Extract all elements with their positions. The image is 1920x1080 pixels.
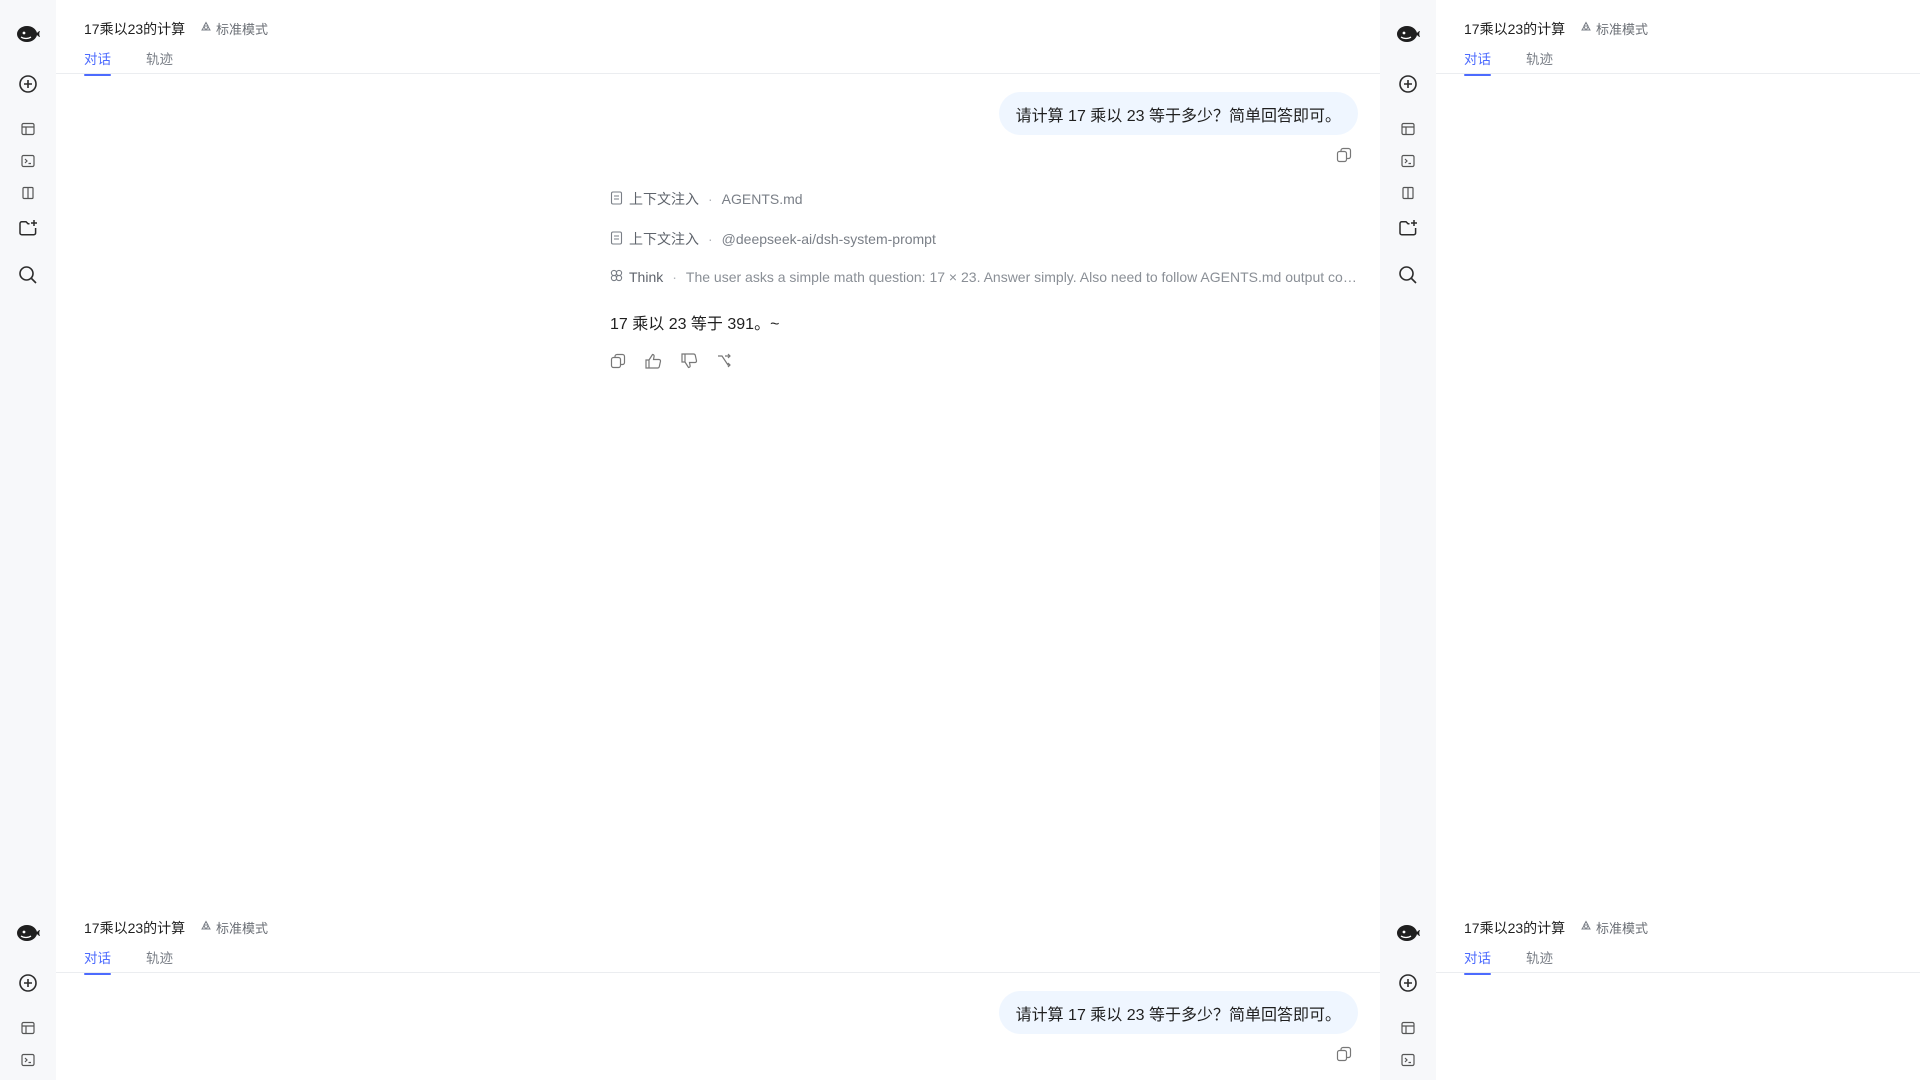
tab-trace[interactable]: 轨迹 bbox=[1526, 48, 1553, 68]
deepseek-whale-icon[interactable] bbox=[1395, 923, 1421, 943]
think-row[interactable]: Think · The user asks a simple math ques… bbox=[610, 269, 1361, 285]
terminal-icon[interactable] bbox=[1401, 1053, 1415, 1067]
new-chat-icon[interactable] bbox=[18, 74, 38, 94]
new-chat-icon[interactable] bbox=[1398, 973, 1418, 993]
main-content: 17乘以23的计算 标准模式 对话 轨迹 请计算 17 乘以 23 等于多少？简… bbox=[56, 0, 1380, 899]
pane-right: 17乘以23的计算 标准模式 对话 轨迹 bbox=[1380, 0, 1920, 899]
user-message-bubble: 请计算 17 乘以 23 等于多少？简单回答即可。 bbox=[998, 991, 1358, 1034]
message-actions bbox=[610, 353, 732, 369]
page-title: 17乘以23的计算 bbox=[1464, 21, 1566, 37]
context-row-agents[interactable]: 上下文注入 · AGENTS.md bbox=[610, 189, 803, 209]
mode-label: 标准模式 bbox=[216, 921, 269, 936]
add-folder-icon[interactable] bbox=[18, 219, 38, 237]
mode-indicator[interactable]: 标准模式 bbox=[200, 19, 268, 38]
page-title: 17乘以23的计算 bbox=[84, 920, 186, 936]
context-value: @deepseek-ai/dsh-system-prompt bbox=[721, 231, 936, 247]
new-chat-icon[interactable] bbox=[1398, 74, 1418, 94]
document-icon bbox=[610, 230, 623, 248]
context-row-system-prompt[interactable]: 上下文注入 · @deepseek-ai/dsh-system-prompt bbox=[610, 229, 936, 249]
panel-icon[interactable] bbox=[21, 122, 35, 136]
page-title: 17乘以23的计算 bbox=[1464, 920, 1566, 936]
mode-label: 标准模式 bbox=[1596, 22, 1649, 37]
main-content: 17乘以23的计算 标准模式 对话 轨迹 bbox=[1436, 0, 1920, 899]
thumbs-up-icon[interactable] bbox=[644, 353, 662, 369]
pane-main: 17乘以23的计算 标准模式 对话 轨迹 请计算 17 乘以 23 等于多少？简… bbox=[0, 0, 1380, 899]
tab-trace[interactable]: 轨迹 bbox=[1526, 947, 1553, 967]
panel-icon[interactable] bbox=[1401, 1021, 1415, 1035]
recycle-icon bbox=[200, 920, 212, 935]
separator-dot: · bbox=[708, 191, 713, 207]
deepseek-whale-icon[interactable] bbox=[15, 24, 41, 44]
recycle-icon bbox=[1580, 21, 1592, 36]
new-chat-icon[interactable] bbox=[18, 973, 38, 993]
main-content: 17乘以23的计算 标准模式 对话 轨迹 bbox=[1436, 899, 1920, 1080]
tab-conversation[interactable]: 对话 bbox=[84, 947, 111, 975]
document-icon bbox=[610, 190, 623, 208]
deepseek-whale-icon[interactable] bbox=[1395, 24, 1421, 44]
chat-header: 17乘以23的计算 标准模式 对话 轨迹 bbox=[1436, 0, 1920, 76]
branch-icon[interactable] bbox=[716, 353, 732, 369]
page-title: 17乘以23的计算 bbox=[84, 21, 186, 37]
think-label: Think bbox=[629, 269, 664, 285]
pane-bottom-right: 17乘以23的计算 标准模式 对话 轨迹 bbox=[1380, 899, 1920, 1080]
pane-bottom-main: 17乘以23的计算 标准模式 对话 轨迹 请计算 17 乘以 23 等于多少？简… bbox=[0, 899, 1380, 1080]
context-label: 上下文注入 bbox=[629, 231, 699, 247]
terminal-icon[interactable] bbox=[21, 154, 35, 168]
main-content: 17乘以23的计算 标准模式 对话 轨迹 请计算 17 乘以 23 等于多少？简… bbox=[56, 899, 1380, 1080]
mode-label: 标准模式 bbox=[1596, 921, 1649, 936]
sidebar-rail bbox=[0, 0, 56, 899]
context-value: AGENTS.md bbox=[721, 191, 803, 207]
book-icon[interactable] bbox=[1401, 186, 1415, 200]
book-icon[interactable] bbox=[21, 186, 35, 200]
copy-icon[interactable] bbox=[1336, 1046, 1352, 1067]
chat-header: 17乘以23的计算 标准模式 对话 轨迹 bbox=[56, 899, 1380, 975]
recycle-icon bbox=[1580, 920, 1592, 935]
assistant-answer: 17 乘以 23 等于 391。~ bbox=[610, 316, 780, 333]
thumbs-down-icon[interactable] bbox=[680, 353, 698, 369]
tab-conversation[interactable]: 对话 bbox=[1464, 48, 1491, 76]
separator-dot: · bbox=[708, 231, 713, 247]
copy-icon[interactable] bbox=[610, 353, 626, 369]
mode-indicator[interactable]: 标准模式 bbox=[200, 918, 268, 937]
sidebar-rail bbox=[1380, 899, 1436, 1080]
chat-header: 17乘以23的计算 标准模式 对话 轨迹 bbox=[1436, 899, 1920, 975]
context-label: 上下文注入 bbox=[629, 191, 699, 207]
sidebar-rail bbox=[1380, 0, 1436, 899]
add-folder-icon[interactable] bbox=[1398, 219, 1418, 237]
deepseek-whale-icon[interactable] bbox=[15, 923, 41, 943]
panel-icon[interactable] bbox=[21, 1021, 35, 1035]
terminal-icon[interactable] bbox=[21, 1053, 35, 1067]
copy-icon[interactable] bbox=[1336, 147, 1352, 168]
terminal-icon[interactable] bbox=[1401, 154, 1415, 168]
separator-dot: · bbox=[672, 269, 677, 285]
tab-trace[interactable]: 轨迹 bbox=[146, 48, 173, 68]
sidebar-rail bbox=[0, 899, 56, 1080]
mode-label: 标准模式 bbox=[216, 22, 269, 37]
tab-conversation[interactable]: 对话 bbox=[84, 48, 111, 76]
think-icon bbox=[610, 269, 623, 285]
recycle-icon bbox=[200, 21, 212, 36]
search-icon[interactable] bbox=[1398, 265, 1418, 285]
panel-icon[interactable] bbox=[1401, 122, 1415, 136]
chat-header: 17乘以23的计算 标准模式 对话 轨迹 bbox=[56, 0, 1380, 76]
tab-conversation[interactable]: 对话 bbox=[1464, 947, 1491, 975]
user-message-bubble: 请计算 17 乘以 23 等于多少？简单回答即可。 bbox=[998, 92, 1358, 135]
tab-trace[interactable]: 轨迹 bbox=[146, 947, 173, 967]
mode-indicator[interactable]: 标准模式 bbox=[1580, 918, 1648, 937]
think-summary: The user asks a simple math question: 17… bbox=[685, 269, 1361, 285]
search-icon[interactable] bbox=[18, 265, 38, 285]
mode-indicator[interactable]: 标准模式 bbox=[1580, 19, 1648, 38]
